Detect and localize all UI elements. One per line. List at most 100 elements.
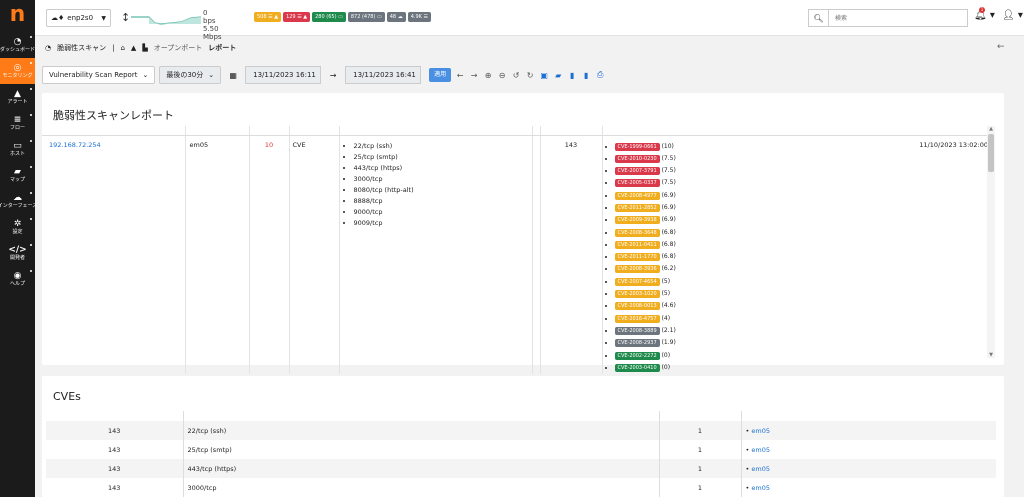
sidebar-item-settings[interactable]: ✲ 設定 <box>0 214 35 240</box>
sidebar-item-developer[interactable]: </> 開発者 <box>0 240 35 266</box>
cve-badge[interactable]: CVE-1999-0661 <box>614 142 660 151</box>
status-badge[interactable]: 280 (65) ▭ <box>312 12 346 22</box>
home-icon[interactable]: ⌂ <box>120 44 124 52</box>
cve-badge[interactable]: CVE-2009-3938 <box>614 216 660 225</box>
cve-badge[interactable]: CVE-2011-1770 <box>614 253 660 262</box>
port-cell: 3000/tcp <box>182 478 659 497</box>
date-to-input[interactable]: 13/11/2023 16:41 <box>345 66 422 84</box>
sidebar-item-monitoring[interactable]: ◎ モニタリング <box>0 58 35 84</box>
list-item: 3000/tcp <box>354 174 532 185</box>
host-count: 1 <box>658 440 741 459</box>
chevron-down-icon: ⌄ <box>208 71 215 79</box>
zoom-in-icon[interactable]: ⊕ <box>483 71 493 80</box>
cve-score: (6.2) <box>661 265 676 273</box>
chart-icon[interactable]: ▙ <box>142 44 147 52</box>
list-item: CVE-2007-4654 (5) <box>614 276 995 288</box>
download-rate: 5.50 Mbps <box>203 25 222 41</box>
sidebar-item-map[interactable]: ▰ マップ <box>0 162 35 188</box>
list-item: 9000/tcp <box>354 207 532 218</box>
apply-button[interactable]: 適用 <box>429 68 452 82</box>
status-badge[interactable]: 48 ☁ <box>386 12 406 22</box>
cve-score: (6.8) <box>661 228 676 236</box>
alert-icon[interactable]: ▲ <box>131 44 136 52</box>
refresh-icon[interactable]: ↻ <box>525 71 535 80</box>
cve-badge[interactable]: CVE-2010-0230 <box>614 154 660 163</box>
cve-badge[interactable]: CVE-2008-3648 <box>614 228 660 237</box>
sidebar-item-dashboard[interactable]: ◔ ダッシュボード <box>0 32 35 58</box>
list-item: CVE-2002-2272 (0) <box>614 350 995 362</box>
host-link[interactable]: em05 <box>751 446 770 454</box>
host-link[interactable]: em05 <box>751 484 770 492</box>
folder-icon[interactable]: ▰ <box>553 71 563 80</box>
sidebar-item-label: 開発者 <box>9 254 25 261</box>
host-link[interactable]: em05 <box>751 465 770 473</box>
zoom-out-icon[interactable]: ⊖ <box>497 71 507 80</box>
list-item: CVE-2011-0411 (6.8) <box>614 239 995 251</box>
table-row: 143 3000/tcp 1 • em05 <box>46 478 996 497</box>
cve-badge[interactable]: CVE-2007-3791 <box>614 167 660 176</box>
ntopng-logo[interactable]: n <box>0 0 35 32</box>
cve-badge[interactable]: CVE-2008-4977 <box>614 191 660 200</box>
report-scrollbar[interactable]: ▲ ▼ <box>987 126 995 358</box>
sidebar-item-label: ダッシュボード <box>0 46 36 53</box>
search-icon[interactable]: 🔍︎ <box>808 9 828 27</box>
monitoring-icon: ◎ <box>13 62 22 73</box>
interface-name: enp2s0 <box>67 14 94 22</box>
user-menu-icon[interactable]: 👤︎ ▾ <box>1002 10 1023 21</box>
host-link[interactable]: em05 <box>751 427 770 435</box>
breadcrumb-open-ports[interactable]: オープンポート <box>154 43 203 53</box>
cve-badge[interactable]: CVE-2008-2937 <box>614 339 660 348</box>
status-badge[interactable]: 129 ☰ ▲ <box>283 12 311 22</box>
print-icon[interactable]: ⎙ <box>595 70 605 80</box>
cve-count: 143 <box>46 459 183 478</box>
sidebar-item-flow[interactable]: ≡ フロー <box>0 110 35 136</box>
cve-badge[interactable]: CVE-2003-0410 <box>614 363 660 372</box>
sidebar-item-alert[interactable]: ▲ アラート <box>0 84 35 110</box>
list-item: CVE-2011-1770 (6.8) <box>614 251 995 263</box>
list-item: CVE-2010-0230 (7.5) <box>614 153 995 165</box>
status-badge[interactable]: 4.9K ☰ <box>407 12 432 22</box>
cve-badge[interactable]: CVE-2016-4757 <box>614 314 660 323</box>
host-count: 1 <box>658 459 741 478</box>
search-box: 🔍︎ <box>808 9 968 27</box>
report-select[interactable]: Vulnerability Scan Report ⌄ <box>42 66 156 84</box>
cve-badge[interactable]: CVE-2011-2852 <box>614 203 660 212</box>
interface-select[interactable]: ☁♦ enp2s0 ▼ <box>46 9 111 27</box>
sidebar-item-help[interactable]: ◉ ヘルプ <box>0 266 35 292</box>
cve-badge[interactable]: CVE-2008-3936 <box>614 265 660 274</box>
status-badge[interactable]: 872 (478) ▭ <box>347 12 385 22</box>
notifications-bell-icon[interactable]: 🔔︎ 1 ▾ <box>974 7 995 21</box>
sidebar-item-host[interactable]: ▭ ホスト <box>0 136 35 162</box>
status-badge[interactable]: 508 ☰ ▲ <box>254 12 282 22</box>
list-item: CVE-2011-2852 (6.9) <box>614 202 995 214</box>
save-icon[interactable]: ▣ <box>539 71 549 80</box>
cve-badge[interactable]: CVE-2008-3889 <box>614 326 660 335</box>
list-item: CVE-2005-0337 (7.5) <box>614 177 995 189</box>
cves-table: 143 22/tcp (ssh) 1 • em05 143 25/tcp (smtp) 1 •… <box>46 411 996 497</box>
date-from-input[interactable]: 13/11/2023 16:11 <box>245 66 322 84</box>
file-icon[interactable]: ▮ <box>567 71 577 80</box>
prev-icon[interactable]: ← <box>455 71 465 80</box>
list-item: 443/tcp (https) <box>354 163 532 174</box>
top-bar: ☁♦ enp2s0 ▼ ↕ 0 bps 5.50 Mbps 508 ☰ ▲ 129… <box>35 0 1024 41</box>
cve-cell: CVE-1999-0661 (10)CVE-2010-0230 (7.5)CVE… <box>601 135 995 375</box>
cve-badge[interactable]: CVE-2003-1020 <box>614 290 660 299</box>
cve-badge[interactable]: CVE-2002-2272 <box>614 351 660 360</box>
range-select[interactable]: 最後の30分 ⌄ <box>159 66 222 84</box>
cve-score: (4.6) <box>661 302 676 310</box>
search-input[interactable] <box>828 9 968 27</box>
cve-badge[interactable]: CVE-2005-0337 <box>614 179 660 188</box>
developer-icon: </> <box>8 244 27 255</box>
undo-icon[interactable]: ↺ <box>511 71 521 80</box>
cve-score: (4) <box>661 314 671 322</box>
next-icon[interactable]: → <box>469 71 479 80</box>
back-arrow-icon[interactable]: ← <box>997 42 1005 52</box>
cve-badge[interactable]: CVE-2007-4654 <box>614 277 660 286</box>
sidebar-item-interface[interactable]: ☁ インターフェース <box>0 188 37 214</box>
cve-badge[interactable]: CVE-2011-0411 <box>614 240 660 249</box>
host-ip-link[interactable]: 192.168.72.254 <box>42 135 185 374</box>
cve-badge[interactable]: CVE-2008-0013 <box>614 302 660 311</box>
list-item: 8888/tcp <box>354 196 532 207</box>
list-item: CVE-2008-3889 (2.1) <box>614 325 995 337</box>
download-icon[interactable]: ▮ <box>581 71 591 80</box>
